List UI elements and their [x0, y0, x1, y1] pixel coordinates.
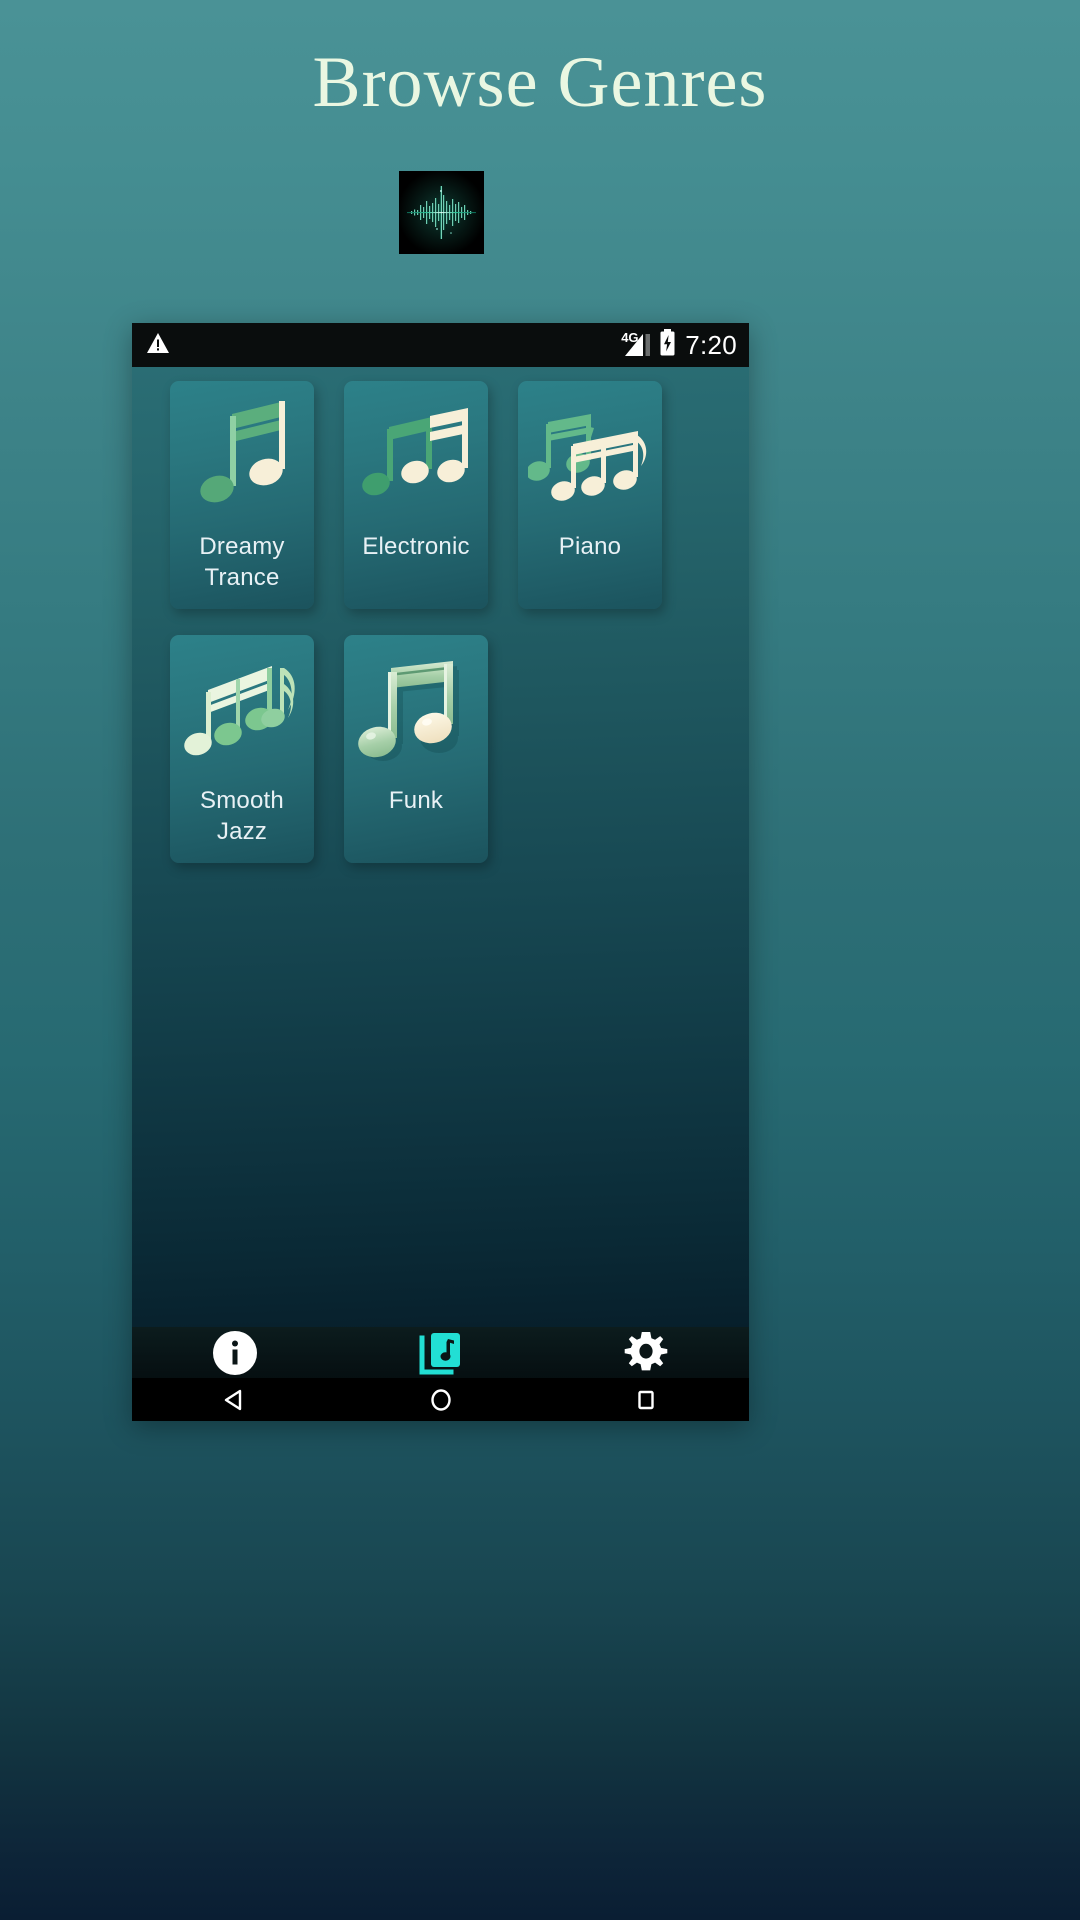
genre-card-label: Dreamy Trance: [199, 533, 285, 591]
genre-card-smooth-jazz[interactable]: Smooth Jazz: [170, 635, 314, 863]
genre-card-label: Piano: [558, 533, 622, 560]
tab-info[interactable]: [132, 1327, 338, 1378]
music-library-icon[interactable]: [418, 1330, 464, 1376]
tab-settings[interactable]: [543, 1327, 749, 1378]
genre-card-dreamy-trance[interactable]: Dreamy Trance: [170, 381, 314, 609]
layered-note-cluster-icon: [518, 381, 662, 531]
genre-card-label: Electronic: [362, 533, 470, 560]
two-note-pair-icon: [344, 381, 488, 531]
android-navigation-bar: [132, 1378, 749, 1421]
double-eighth-note-icon: [170, 381, 314, 531]
status-bar-right: 4G 7:20: [621, 329, 737, 361]
genre-card-electronic[interactable]: Electronic: [344, 381, 488, 609]
page-title: Browse Genres: [312, 42, 768, 122]
genre-card-label: Funk: [388, 787, 444, 814]
network-type-label: 4G: [621, 330, 639, 345]
home-circle-icon[interactable]: [427, 1386, 455, 1414]
status-bar-clock: 7:20: [685, 329, 737, 360]
status-bar: 4G 7:20: [132, 323, 749, 367]
recents-square-icon[interactable]: [632, 1386, 660, 1414]
genre-card-funk[interactable]: Funk: [344, 635, 488, 863]
genre-grid: Dreamy Trance Electronic Piano Smooth Ja…: [132, 367, 749, 889]
battery-charging-icon: [659, 329, 676, 361]
back-triangle-icon[interactable]: [221, 1386, 249, 1414]
glossy-beamed-note-icon: [344, 635, 488, 785]
info-circle-icon[interactable]: [212, 1330, 258, 1376]
audio-waveform-app-icon[interactable]: [399, 171, 484, 254]
genre-card-label: Smooth Jazz: [200, 787, 284, 845]
warning-triangle-icon: [146, 332, 170, 359]
gear-icon[interactable]: [623, 1330, 669, 1376]
status-bar-left: [146, 332, 170, 359]
nav-back-button[interactable]: [132, 1386, 338, 1414]
app-content-area: Dreamy Trance Electronic Piano Smooth Ja…: [132, 367, 749, 1327]
signal-bars-icon: 4G: [621, 330, 652, 358]
nav-home-button[interactable]: [338, 1386, 544, 1414]
triple-note-group-icon: [170, 635, 314, 785]
bottom-tab-bar: [132, 1327, 749, 1378]
phone-device-frame: 4G 7:20 Dreamy Trance Electronic Piano S…: [132, 323, 749, 1421]
tab-library[interactable]: [338, 1327, 544, 1378]
nav-recents-button[interactable]: [543, 1386, 749, 1414]
genre-card-piano[interactable]: Piano: [518, 381, 662, 609]
